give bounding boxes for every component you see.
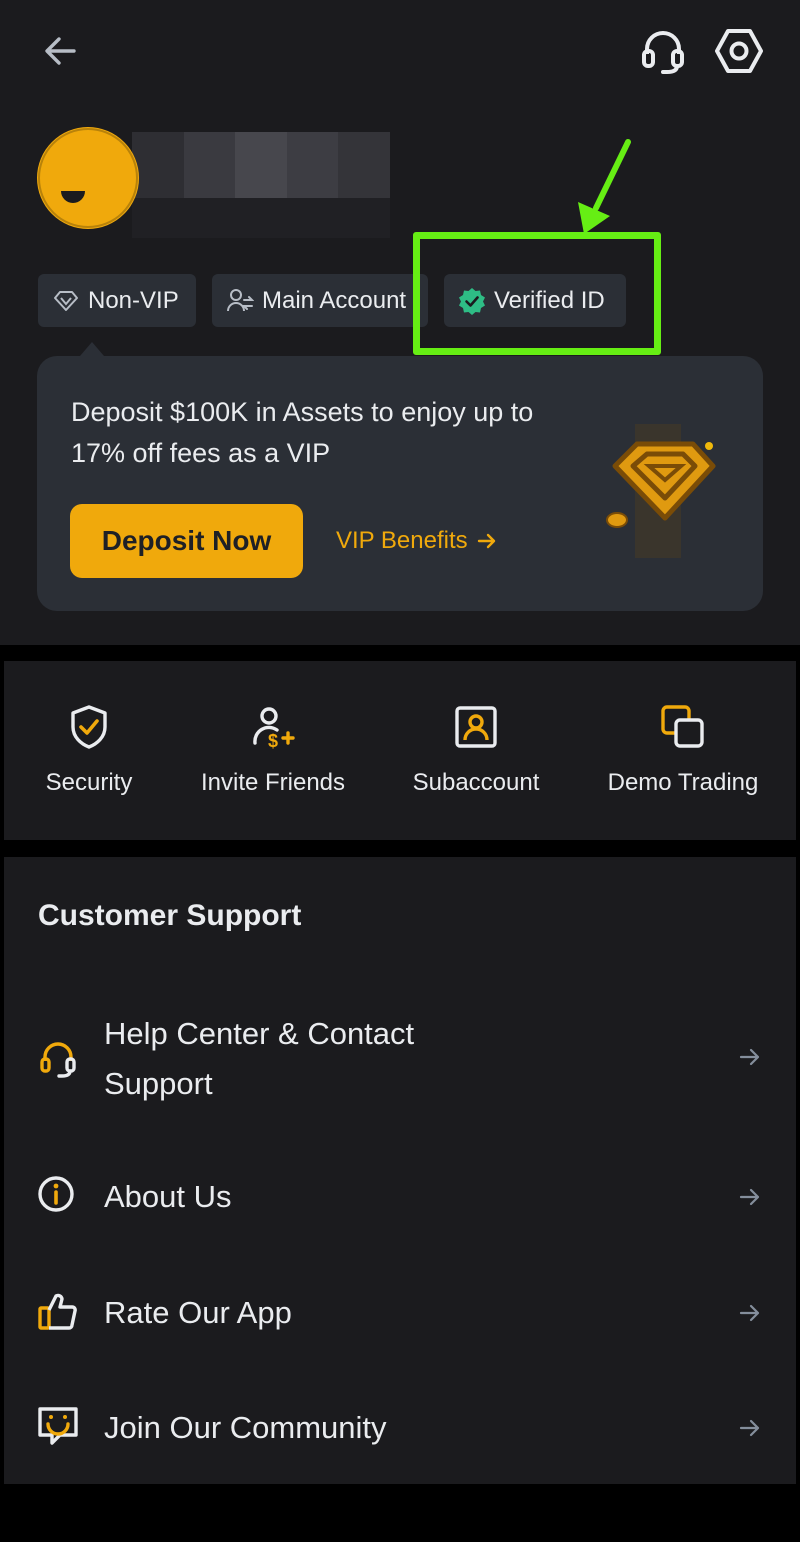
svg-text:$: $ — [268, 731, 278, 751]
account-page: Non-VIP Main Account Verified ID Deposit… — [0, 0, 800, 1542]
customer-support-button[interactable] — [636, 24, 690, 78]
blurred-user-id — [132, 198, 390, 238]
avatar[interactable] — [37, 127, 139, 229]
shortcut-security-label: Security — [45, 769, 133, 796]
support-row-rate-app[interactable]: Rate Our App — [4, 1288, 796, 1338]
back-button[interactable] — [38, 28, 84, 74]
invite-friends-icon: $ — [253, 707, 295, 751]
shortcut-security[interactable]: Security — [34, 661, 144, 840]
main-account-label: Main Account — [262, 286, 407, 314]
deposit-now-button[interactable]: Deposit Now — [70, 504, 303, 578]
shield-check-icon — [71, 705, 107, 749]
customer-support-section: Customer Support Help Center & Contact S… — [4, 857, 796, 1484]
help-center-label: Help Center & Contact Support — [104, 1016, 415, 1101]
shortcut-demo-trading[interactable]: Demo Trading — [596, 661, 770, 840]
chat-smile-icon — [38, 1407, 78, 1445]
demo-trading-icon — [661, 705, 704, 748]
vip-benefits-label: VIP Benefits — [336, 527, 468, 554]
verified-id-chip[interactable]: Verified ID — [444, 274, 626, 327]
shortcut-invite-friends-label: Invite Friends — [200, 769, 346, 796]
avatar-face-icon — [38, 128, 138, 228]
shortcuts-section: Security $ Invite Friends Subaccount Dem… — [4, 661, 796, 840]
vip-promo-text: Deposit $100K in Assets to enjoy up to 1… — [71, 397, 534, 468]
headset-icon — [40, 1042, 76, 1078]
community-label: Join Our Community — [104, 1410, 387, 1445]
support-row-about-us[interactable]: About Us — [4, 1172, 796, 1222]
about-us-label: About Us — [104, 1179, 232, 1214]
verified-badge-icon — [459, 287, 485, 315]
back-arrow-icon — [45, 37, 76, 65]
support-row-community[interactable]: Join Our Community — [4, 1403, 796, 1453]
arrow-right-icon — [739, 1419, 760, 1437]
arrow-right-icon — [739, 1188, 760, 1206]
arrow-right-icon — [739, 1304, 760, 1322]
main-account-chip[interactable]: Main Account — [212, 274, 428, 327]
verified-id-label: Verified ID — [494, 286, 605, 314]
profile-section: Non-VIP Main Account Verified ID Deposit… — [0, 0, 800, 645]
blurred-username — [132, 132, 390, 198]
shortcut-invite-friends[interactable]: $ Invite Friends — [188, 661, 358, 840]
diamond-icon — [54, 290, 78, 311]
shortcut-subaccount[interactable]: Subaccount — [402, 661, 550, 840]
vip-promo-card: Deposit $100K in Assets to enjoy up to 1… — [37, 356, 763, 611]
account-status-chips: Non-VIP Main Account Verified ID — [38, 274, 626, 327]
rate-app-label: Rate Our App — [104, 1295, 292, 1330]
switch-account-icon — [227, 288, 254, 311]
arrow-right-icon — [477, 533, 495, 549]
settings-button[interactable] — [712, 24, 766, 78]
gear-hexagon-icon — [715, 29, 763, 73]
bottom-bar — [4, 1500, 796, 1538]
shortcut-subaccount-label: Subaccount — [412, 769, 540, 796]
vip-diamond-graphic-icon — [606, 424, 716, 558]
thumbs-up-icon — [38, 1293, 77, 1330]
arrow-right-icon — [739, 1048, 760, 1066]
annotation-arrow-icon — [578, 139, 631, 234]
customer-support-title: Customer Support — [38, 899, 302, 932]
vip-level-label: Non-VIP — [88, 286, 179, 314]
subaccount-icon — [455, 706, 497, 748]
shortcut-demo-trading-label: Demo Trading — [607, 769, 759, 796]
vip-level-chip[interactable]: Non-VIP — [38, 274, 196, 327]
support-row-help-center[interactable]: Help Center & Contact Support — [4, 1007, 796, 1117]
info-icon — [38, 1176, 74, 1212]
headset-icon — [642, 31, 684, 74]
vip-card-caret — [80, 342, 104, 356]
vip-benefits-link[interactable]: VIP Benefits — [336, 527, 498, 555]
